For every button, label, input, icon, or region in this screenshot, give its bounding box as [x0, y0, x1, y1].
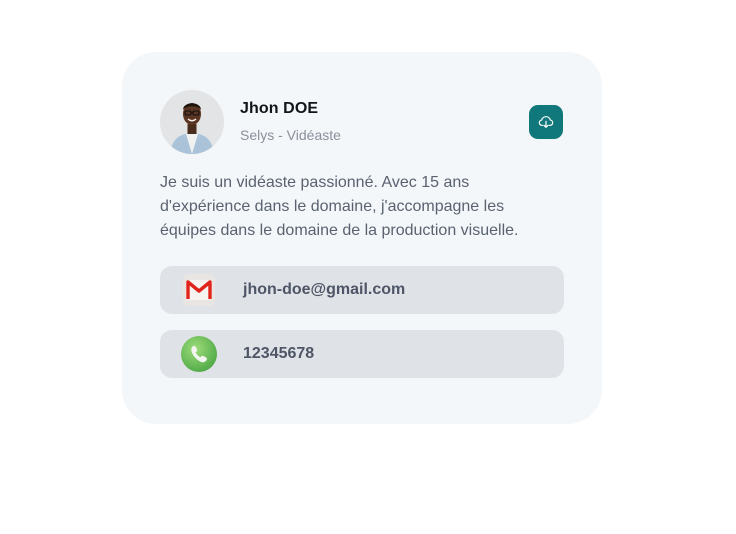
avatar — [160, 90, 224, 154]
profile-subtitle: Selys - Vidéaste — [240, 127, 341, 143]
download-button[interactable] — [529, 105, 563, 139]
person-avatar-icon — [160, 90, 224, 154]
cloud-download-icon — [538, 116, 554, 128]
profile-bio: Je suis un vidéaste passionné. Avec 15 a… — [160, 174, 519, 239]
email-value: jhon-doe@gmail.com — [243, 281, 406, 298]
phone-icon — [180, 335, 218, 373]
phone-contact-button[interactable]: 12345678 — [160, 330, 564, 378]
gmail-icon — [180, 271, 218, 309]
profile-card: Jhon DOE Selys - Vidéaste Je suis un vid… — [122, 52, 602, 424]
profile-name: Jhon DOE — [240, 100, 319, 117]
email-contact-button[interactable]: jhon-doe@gmail.com — [160, 266, 564, 314]
phone-value: 12345678 — [243, 345, 315, 362]
